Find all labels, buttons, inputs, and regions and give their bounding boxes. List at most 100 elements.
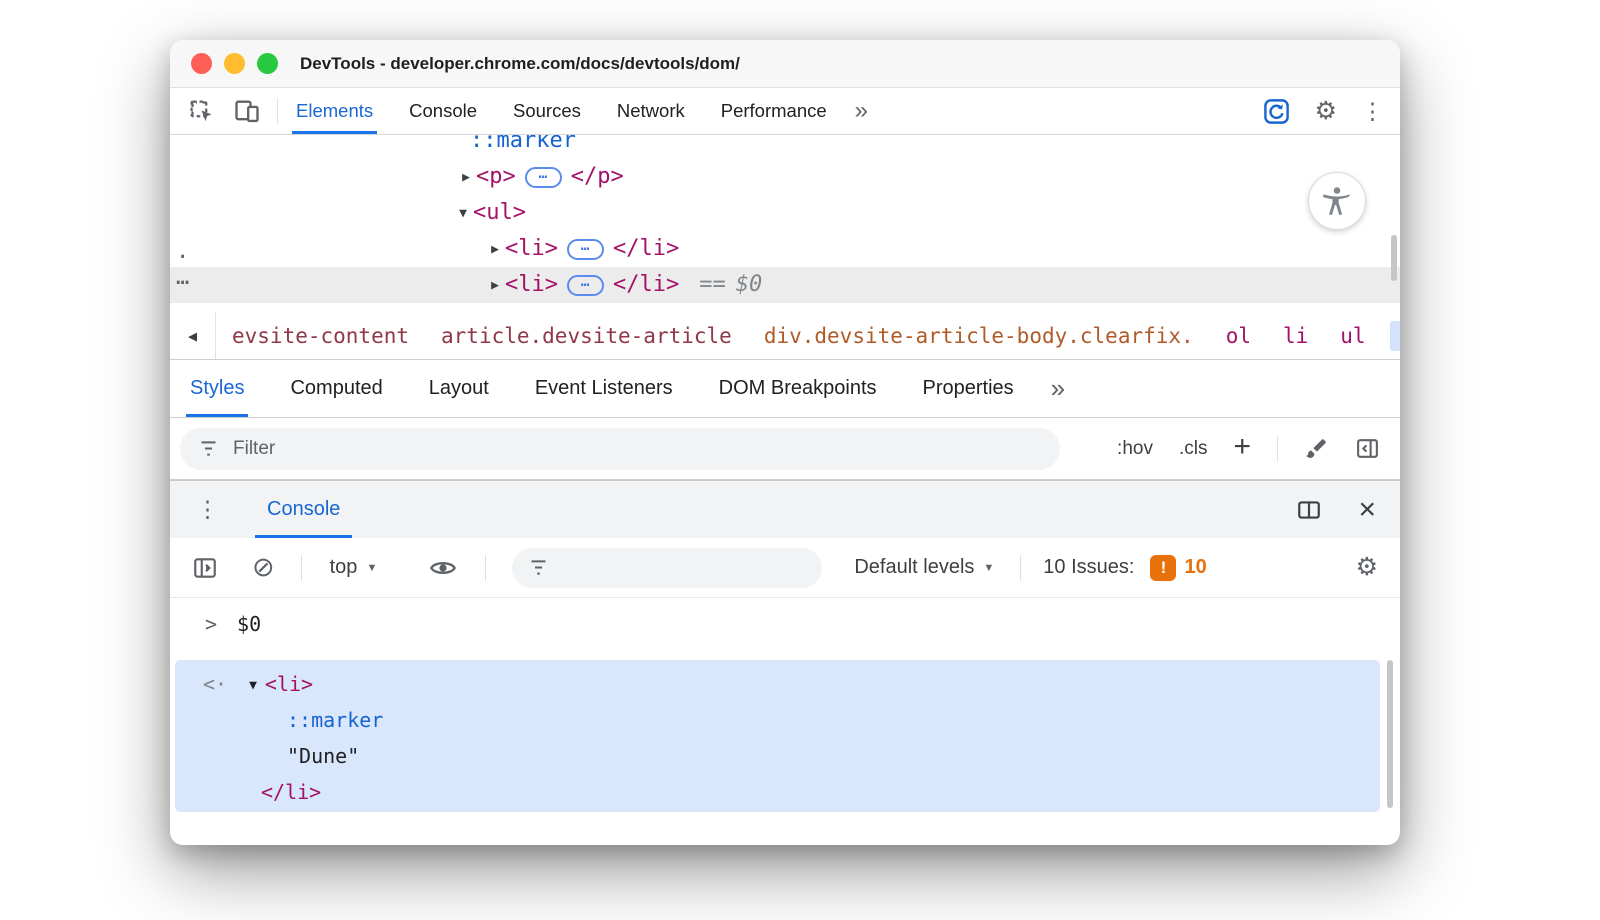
p-open-tag: <p> xyxy=(476,164,516,189)
expand-arrow-icon[interactable]: ▶ xyxy=(485,232,505,268)
console-filter-input[interactable] xyxy=(561,557,806,578)
console-toolbar: ⊘ top ▼ Default levels ▼ 10 Issues: ! 10… xyxy=(170,538,1400,598)
window-close-button[interactable] xyxy=(191,53,212,74)
tree-row-li-selected[interactable]: ▶<li>⋯</li>==$0 xyxy=(170,267,1400,303)
result-text-node: "Dune" xyxy=(287,744,359,768)
show-sidebar-icon[interactable] xyxy=(1355,436,1380,461)
inspect-element-icon[interactable] xyxy=(188,98,215,125)
extension-icon[interactable] xyxy=(1262,97,1291,126)
titlebar: DevTools - developer.chrome.com/docs/dev… xyxy=(170,40,1400,88)
expand-arrow-icon[interactable]: ▶ xyxy=(456,160,476,196)
returned-value-icon: <· xyxy=(203,672,227,696)
rendering-brush-icon[interactable] xyxy=(1304,436,1329,461)
tab-console[interactable]: Console xyxy=(409,88,477,134)
dollar0-annotation: ==$0 xyxy=(699,272,762,297)
elements-dom-tree: ::marker ▶<p>⋯</p> ▼<ul> ▶<li>⋯</li> ▶<l… xyxy=(170,135,1400,312)
console-toolbar-divider xyxy=(301,555,302,581)
tab-computed[interactable]: Computed xyxy=(290,360,382,417)
new-style-rule-button[interactable]: + xyxy=(1233,432,1251,462)
filter-bar-divider xyxy=(1277,436,1278,462)
elements-scrollbar-thumb[interactable] xyxy=(1391,235,1397,281)
tree-row-p[interactable]: ▶<p> ⋯ </p> xyxy=(170,159,1400,195)
breadcrumb-item[interactable]: evsite-content xyxy=(232,324,409,348)
console-messages: > $0 <·▼<li> ::marker "Dune" </li> xyxy=(170,598,1400,845)
tree-row-li-1[interactable]: ▶<li>⋯</li> xyxy=(170,231,1400,267)
breadcrumb-back-icon[interactable]: ◀ xyxy=(170,312,216,359)
pseudo-marker-node: ::marker xyxy=(470,135,576,153)
console-drawer-header: ⋮ Console × xyxy=(170,480,1400,538)
window-zoom-button[interactable] xyxy=(257,53,278,74)
breadcrumb-item[interactable]: ol xyxy=(1226,324,1251,348)
tab-elements[interactable]: Elements xyxy=(296,88,373,134)
issues-badge-icon: ! xyxy=(1150,555,1176,581)
li-close-tag: </li> xyxy=(613,272,679,297)
tab-sources[interactable]: Sources xyxy=(513,88,581,134)
expand-arrow-icon[interactable]: ▶ xyxy=(485,268,505,304)
console-scrollbar-thumb[interactable] xyxy=(1387,660,1393,808)
result-line-close: </li> xyxy=(175,774,1380,810)
more-panels-icon[interactable]: » xyxy=(1051,373,1063,404)
breadcrumb-item[interactable]: ul xyxy=(1340,324,1365,348)
toggle-class-button[interactable]: .cls xyxy=(1179,438,1208,460)
result-line-marker: ::marker xyxy=(175,702,1380,738)
result-line-open: <· ▼ <li> xyxy=(175,666,1380,702)
tab-properties[interactable]: Properties xyxy=(923,360,1014,417)
li-close-tag: </li> xyxy=(613,236,679,261)
tab-styles[interactable]: Styles xyxy=(190,360,244,417)
clipped-text-fragment: . xyxy=(176,239,189,264)
drawer-menu-kebab-icon[interactable]: ⋮ xyxy=(196,496,219,523)
tab-layout[interactable]: Layout xyxy=(429,360,489,417)
result-pseudo-marker: ::marker xyxy=(287,708,383,732)
close-drawer-icon[interactable]: × xyxy=(1358,495,1376,525)
tab-network[interactable]: Network xyxy=(617,88,685,134)
console-filter-field[interactable] xyxy=(512,548,822,588)
tab-performance[interactable]: Performance xyxy=(721,88,827,134)
tree-row-ul[interactable]: ▼<ul> xyxy=(170,195,1400,231)
ul-open-tag: <ul> xyxy=(473,200,526,225)
chevron-down-icon: ▼ xyxy=(366,562,377,574)
inline-expand-button[interactable]: ⋯ xyxy=(567,239,604,260)
result-li-open-tag: <li> xyxy=(265,672,313,696)
console-result-selected[interactable]: <· ▼ <li> ::marker "Dune" </li> xyxy=(175,660,1380,812)
accessibility-person-icon xyxy=(1320,184,1354,218)
filter-funnel-icon xyxy=(528,557,549,578)
collapse-arrow-icon[interactable]: ▼ xyxy=(249,678,257,693)
styles-filter-bar: :hov .cls + xyxy=(170,418,1400,480)
collapse-arrow-icon[interactable]: ▼ xyxy=(453,196,473,232)
issues-label[interactable]: 10 Issues: xyxy=(1043,556,1134,579)
window-minimize-button[interactable] xyxy=(224,53,245,74)
context-selector[interactable]: top xyxy=(330,556,358,579)
drawer-tab-console[interactable]: Console xyxy=(255,481,352,538)
main-toolbar: Elements Console Sources Network Perform… xyxy=(170,88,1400,135)
device-toolbar-icon[interactable] xyxy=(233,97,261,125)
console-sidebar-icon[interactable] xyxy=(192,555,218,581)
inline-expand-button[interactable]: ⋯ xyxy=(525,167,562,188)
split-panel-icon[interactable] xyxy=(1296,497,1322,523)
devtools-menu-kebab-icon[interactable]: ⋮ xyxy=(1361,100,1384,123)
clear-console-icon[interactable]: ⊘ xyxy=(252,554,275,581)
breadcrumb: ◀ evsite-content article.devsite-article… xyxy=(170,312,1400,360)
accessibility-fab[interactable] xyxy=(1308,172,1366,230)
breadcrumb-item-selected[interactable]: li xyxy=(1390,321,1400,351)
p-close-tag: </p> xyxy=(571,164,624,189)
window-title: DevTools - developer.chrome.com/docs/dev… xyxy=(300,54,740,74)
console-toolbar-divider xyxy=(485,555,486,581)
eye-watch-icon[interactable] xyxy=(429,554,457,582)
console-settings-gear-icon[interactable]: ⚙ xyxy=(1356,555,1378,580)
settings-gear-icon[interactable]: ⚙ xyxy=(1315,99,1337,124)
breadcrumb-item[interactable]: li xyxy=(1283,324,1308,348)
styles-filter-field[interactable] xyxy=(180,428,1060,470)
tab-event-listeners[interactable]: Event Listeners xyxy=(535,360,673,417)
default-levels-selector[interactable]: Default levels xyxy=(854,556,974,579)
breadcrumb-item[interactable]: div.devsite-article-body.clearfix. xyxy=(764,324,1194,348)
devtools-window: DevTools - developer.chrome.com/docs/dev… xyxy=(170,40,1400,845)
tree-row-pseudo-marker[interactable]: ::marker xyxy=(170,135,1400,159)
styles-filter-input[interactable] xyxy=(233,438,1042,460)
toggle-hover-state-button[interactable]: :hov xyxy=(1117,438,1153,460)
inline-expand-button[interactable]: ⋯ xyxy=(567,275,604,296)
tab-dom-breakpoints[interactable]: DOM Breakpoints xyxy=(719,360,877,417)
traffic-lights xyxy=(191,53,278,74)
more-tabs-icon[interactable]: » xyxy=(855,97,868,125)
breadcrumb-item[interactable]: article.devsite-article xyxy=(441,324,732,348)
clipped-ellipsis-fragment: … xyxy=(176,265,189,290)
